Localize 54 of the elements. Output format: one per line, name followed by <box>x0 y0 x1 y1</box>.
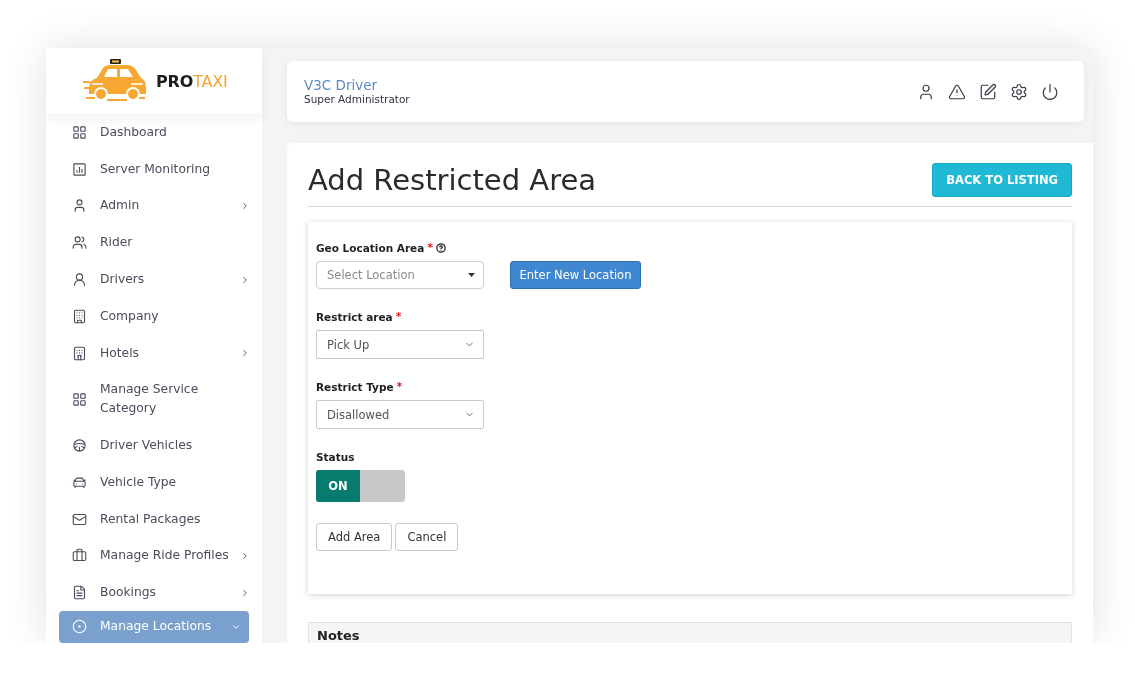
grid-icon <box>72 391 87 407</box>
edit-icon[interactable] <box>979 82 997 101</box>
sidebar-item[interactable]: Bookings <box>46 574 262 611</box>
grid-icon <box>72 124 87 140</box>
sidebar-item[interactable]: Admin <box>46 187 262 225</box>
briefcase-icon <box>72 548 87 564</box>
sidebar-item[interactable]: Vehicle Type <box>46 463 262 501</box>
sidebar-item[interactable]: Drivers <box>46 261 262 298</box>
page-title: Add Restricted Area <box>308 163 597 197</box>
sidebar-item[interactable]: Manage Service Category <box>46 371 262 428</box>
cancel-button[interactable]: Cancel <box>395 523 459 551</box>
notes-title: Notes <box>317 628 360 643</box>
location-select[interactable]: Select Location <box>316 261 484 289</box>
sidebar-item[interactable]: Company <box>46 297 262 335</box>
sidebar-item[interactable]: Dashboard <box>46 114 262 151</box>
target-icon <box>72 619 87 635</box>
add-area-button[interactable]: Add Area <box>316 523 393 551</box>
building-icon <box>72 345 87 361</box>
help-icon[interactable] <box>436 243 447 253</box>
sidebar-item[interactable]: Driver Vehicles <box>46 427 262 464</box>
sidebar-item[interactable]: Manage Ride Profiles <box>46 537 262 575</box>
user-name: V3C Driver <box>304 77 379 93</box>
envelope-icon <box>72 511 87 527</box>
field-label: Status <box>316 450 355 464</box>
taxi-car-logo <box>83 58 147 104</box>
required-mark: * <box>395 310 402 324</box>
sidebar-item[interactable]: Rider <box>46 224 262 262</box>
building-icon <box>72 308 87 324</box>
field-label: Geo Location Area <box>316 241 425 255</box>
select-field[interactable]: Disallowed <box>316 400 484 429</box>
user-icon <box>72 198 87 214</box>
warning-icon[interactable] <box>948 82 966 101</box>
steering-wheel-icon <box>72 437 87 453</box>
users-icon <box>72 235 87 251</box>
user-icon <box>72 272 87 287</box>
settings-icon[interactable] <box>1010 82 1028 101</box>
status-toggle[interactable]: ON <box>316 470 405 502</box>
sidebar-item[interactable]: Rental Packages <box>46 500 262 538</box>
power-icon[interactable] <box>1041 82 1059 101</box>
caret-icon <box>468 273 475 277</box>
enter-location-button[interactable]: Enter New Location <box>510 261 641 289</box>
select-field[interactable]: Pick Up <box>316 330 484 359</box>
car-icon <box>72 474 87 490</box>
field-label: Restrict Type <box>316 380 394 394</box>
sidebar-item[interactable]: Hotels <box>46 334 262 372</box>
user-role: Super Administrator <box>304 93 410 106</box>
required-mark: * <box>427 241 434 255</box>
sidebar-item[interactable]: Server Monitoring <box>46 150 262 188</box>
bar-chart-icon <box>72 161 87 177</box>
field-label: Restrict area <box>316 310 393 324</box>
required-mark: * <box>396 380 403 394</box>
user-icon[interactable] <box>917 82 935 101</box>
logo-text: PROTAXI <box>156 71 228 91</box>
document-icon <box>72 585 87 601</box>
